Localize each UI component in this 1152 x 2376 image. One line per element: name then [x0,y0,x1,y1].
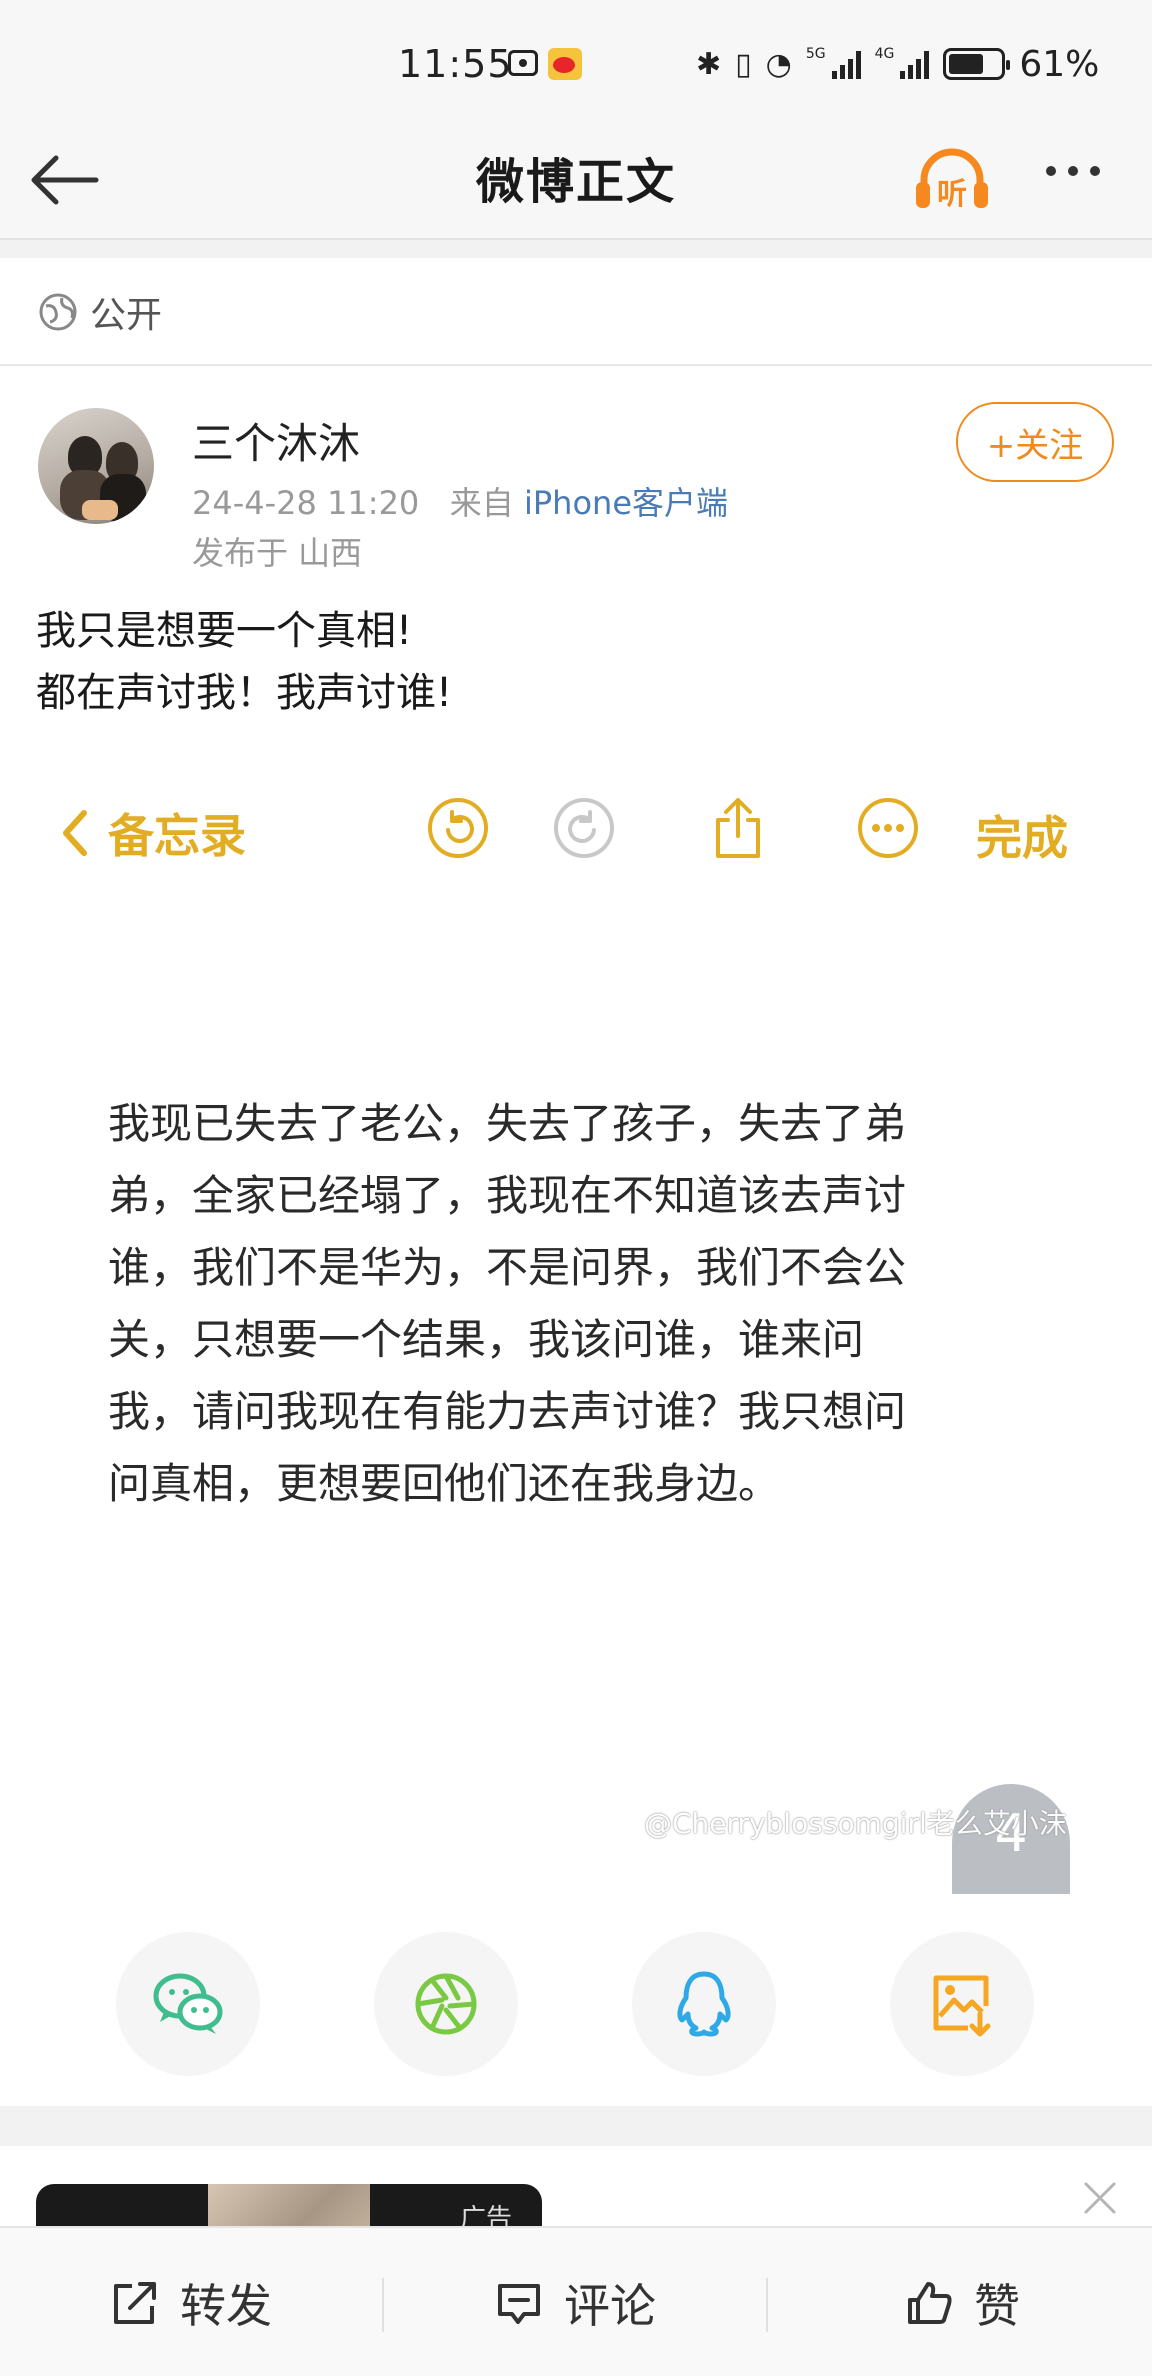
share-moments-button[interactable] [374,1932,518,2076]
visibility-row: 公开 [0,258,1152,366]
ellipsis-circle-icon [858,798,918,858]
post-location: 发布于 山西 [192,534,363,572]
share-wechat-button[interactable] [116,1932,260,2076]
undo-icon [428,798,488,858]
notes-back: 备忘录 [60,800,246,866]
wifi-icon: ◔ [765,46,792,82]
comment-button[interactable]: 评论 [494,2228,656,2376]
wechat-icon [153,1973,223,2034]
follow-button[interactable]: +关注 [956,402,1114,482]
listen-headphones-icon[interactable]: 听 [912,144,992,214]
notes-line: 弟，全家已经塌了，我现在不知道该去声讨 [108,1171,907,1220]
post-meta: 24-4-28 11:20 来自 iPhone客户端 [192,478,728,524]
notes-line: 我，请问我现在有能力去声讨谁？我只想问 [108,1387,907,1436]
repost-icon [114,2282,156,2324]
visibility-label: 公开 [90,295,163,336]
share-qq-button[interactable] [632,1932,776,2076]
network-4g-label: 4G [874,46,895,62]
status-time: 11:55 [398,42,513,86]
notes-body-text: 我现已失去了老公，失去了孩子，失去了弟 弟，全家已经塌了，我现在不知道该去声讨 … [108,1088,1028,1520]
listen-label: 听 [937,177,967,212]
save-image-icon [933,1975,991,2037]
chevron-left-icon [63,810,87,856]
author-name[interactable]: 三个沐沐 [192,410,360,471]
battery-percent: 61% [1019,43,1100,85]
close-icon[interactable] [1080,2178,1120,2218]
notes-toolbar: 备忘录 完成 [0,766,1152,886]
post-text: 我只是想要一个真相! 都在声讨我！我声讨谁! [36,600,452,724]
notes-line: 谁，我们不是华为，不是问界，我们不会公 [108,1243,907,1292]
repost-button[interactable]: 转发 [110,2228,272,2376]
comment-label: 评论 [564,2279,656,2333]
share-upload-icon [716,798,760,858]
like-label: 赞 [974,2279,1020,2333]
post-source-link[interactable]: iPhone客户端 [524,484,728,522]
more-options-icon[interactable] [1046,166,1100,176]
repost-label: 转发 [180,2279,272,2333]
comment-icon [498,2284,540,2324]
notes-line: 我现已失去了老公，失去了孩子，失去了弟 [108,1099,907,1148]
battery-icon [943,48,1011,80]
vibrate-icon: ▯ [735,46,752,82]
ad-card[interactable]: 广告 [0,2146,1152,2226]
redo-icon [554,798,614,858]
ad-image[interactable]: 广告 [36,2184,542,2226]
qq-penguin-icon [677,1971,731,2037]
signal-5g-icon [831,49,861,79]
image-watermark: @Cherryblossomgirl老么艾小沫 [644,1807,1067,1840]
post-text-line: 都在声讨我！我声讨谁! [36,670,453,716]
bilibili-notification-icon [508,50,538,76]
thumbs-up-icon [908,2282,952,2324]
like-button[interactable]: 赞 [904,2228,1020,2376]
post-card: 三个沐沐 24-4-28 11:20 来自 iPhone客户端 发布于 山西 +… [0,366,1152,2106]
notes-line: 问真相，更想要回他们还在我身边。 [108,1459,781,1508]
notes-done-label: 完成 [976,811,1068,865]
globe-icon [39,293,77,331]
bottom-toolbar: 转发 评论 赞 [0,2226,1152,2376]
post-timestamp: 24-4-28 11:20 [192,484,420,522]
moments-aperture-icon [415,1973,477,2035]
ad-label: 广告 [460,2204,513,2226]
network-5g-label: 5G [805,46,826,62]
notes-back-label: 备忘录 [108,809,246,863]
avatar[interactable] [38,408,154,524]
nav-bar: 微博正文 听 [0,130,1152,240]
notes-line: 关，只想要一个结果，我该问谁，谁来问 [108,1315,865,1364]
toolbar-divider [766,2278,768,2332]
source-prefix: 来自 [449,484,514,522]
bluetooth-icon: ✱ [696,46,722,82]
signal-4g-icon [900,49,930,79]
status-bar: 11:55 ✱ ▯ ◔ 5G 4G 61% [0,0,1152,130]
weibo-notification-icon [548,48,582,80]
post-text-line: 我只是想要一个真相! [36,608,413,654]
save-image-button[interactable] [890,1932,1034,2076]
status-indicators: ✱ ▯ ◔ 5G 4G 61% [696,43,1100,85]
toolbar-divider [382,2278,384,2332]
